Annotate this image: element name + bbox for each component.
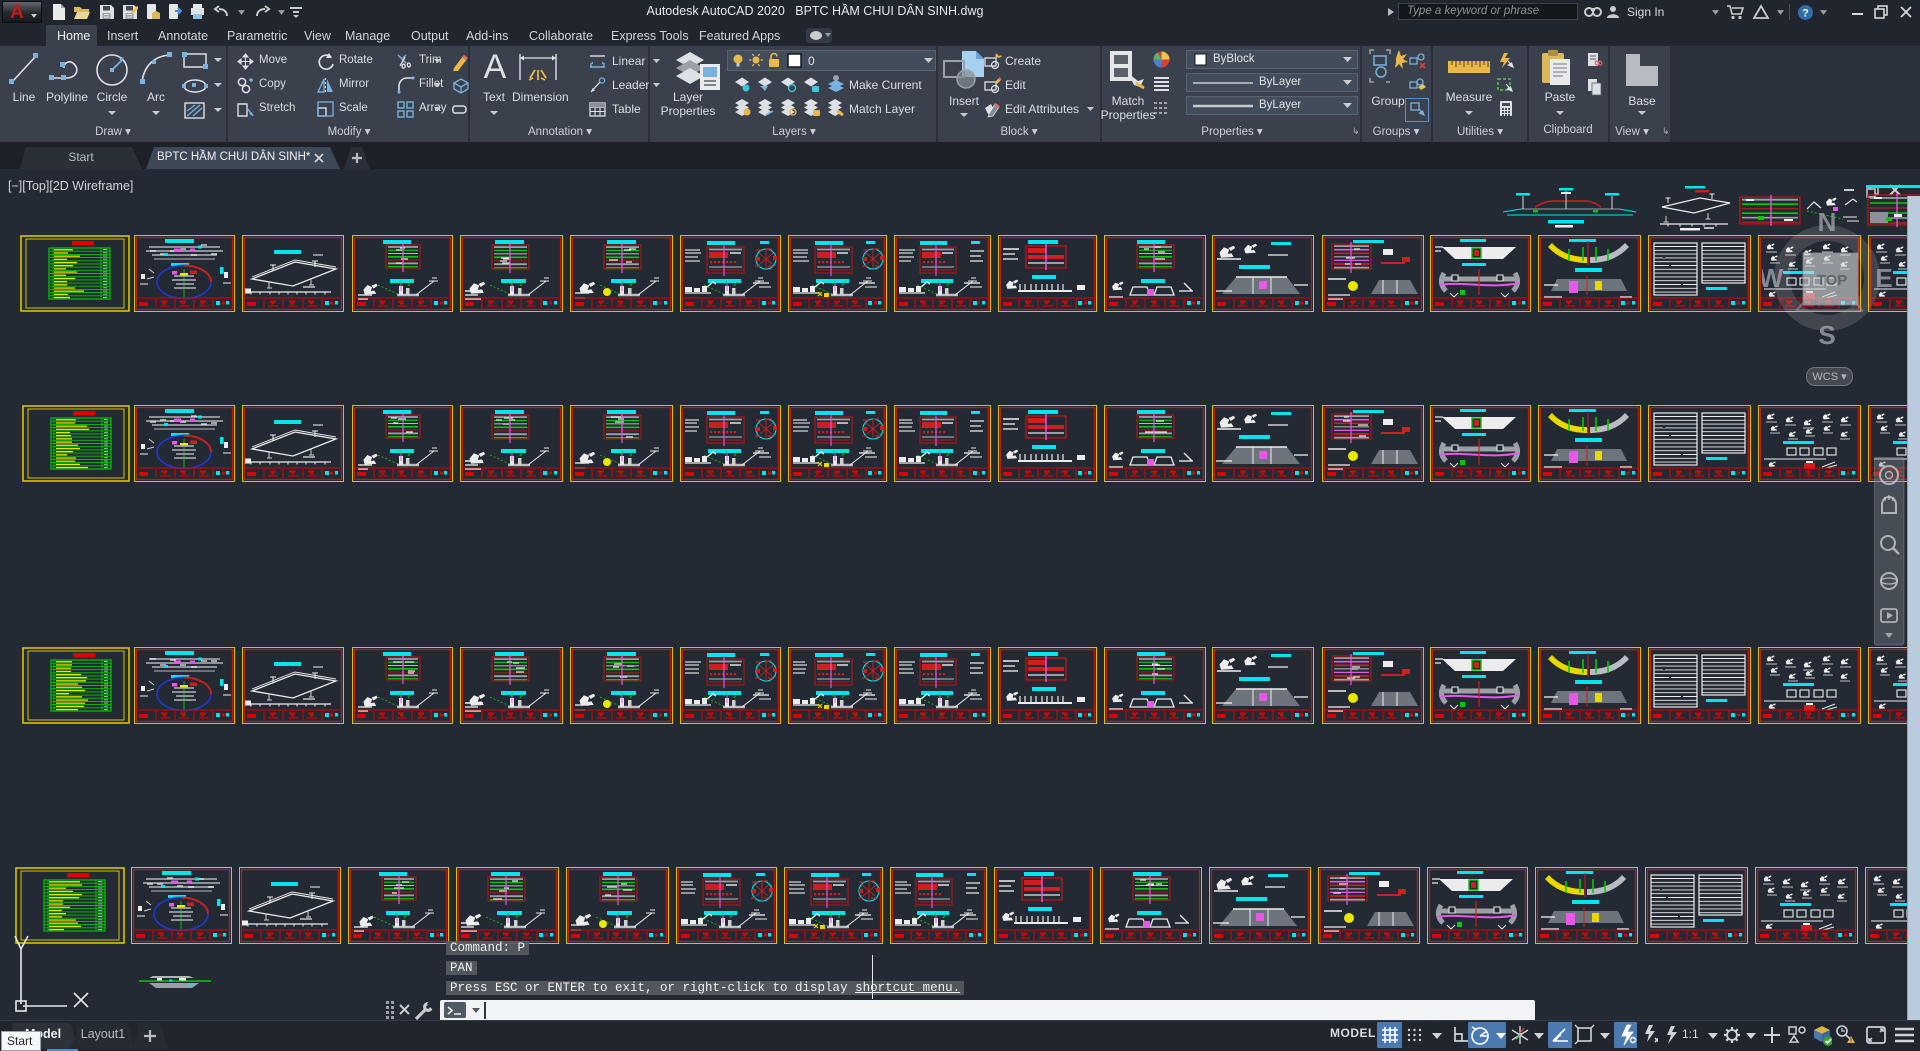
- svg-text:W: W: [1762, 263, 1784, 293]
- svg-text:E: E: [1875, 263, 1892, 293]
- svg-text:Layout1: Layout1: [81, 1027, 126, 1041]
- svg-text:0: 0: [808, 54, 815, 68]
- svg-text:N: N: [1818, 209, 1837, 237]
- svg-text:?: ?: [1802, 8, 1809, 20]
- svg-text:!: !: [1850, 1039, 1852, 1045]
- svg-text:TOP: TOP: [1817, 272, 1848, 289]
- svg-text:A: A: [484, 48, 507, 84]
- svg-text:S: S: [1818, 320, 1835, 349]
- svg-text:A: A: [10, 2, 24, 22]
